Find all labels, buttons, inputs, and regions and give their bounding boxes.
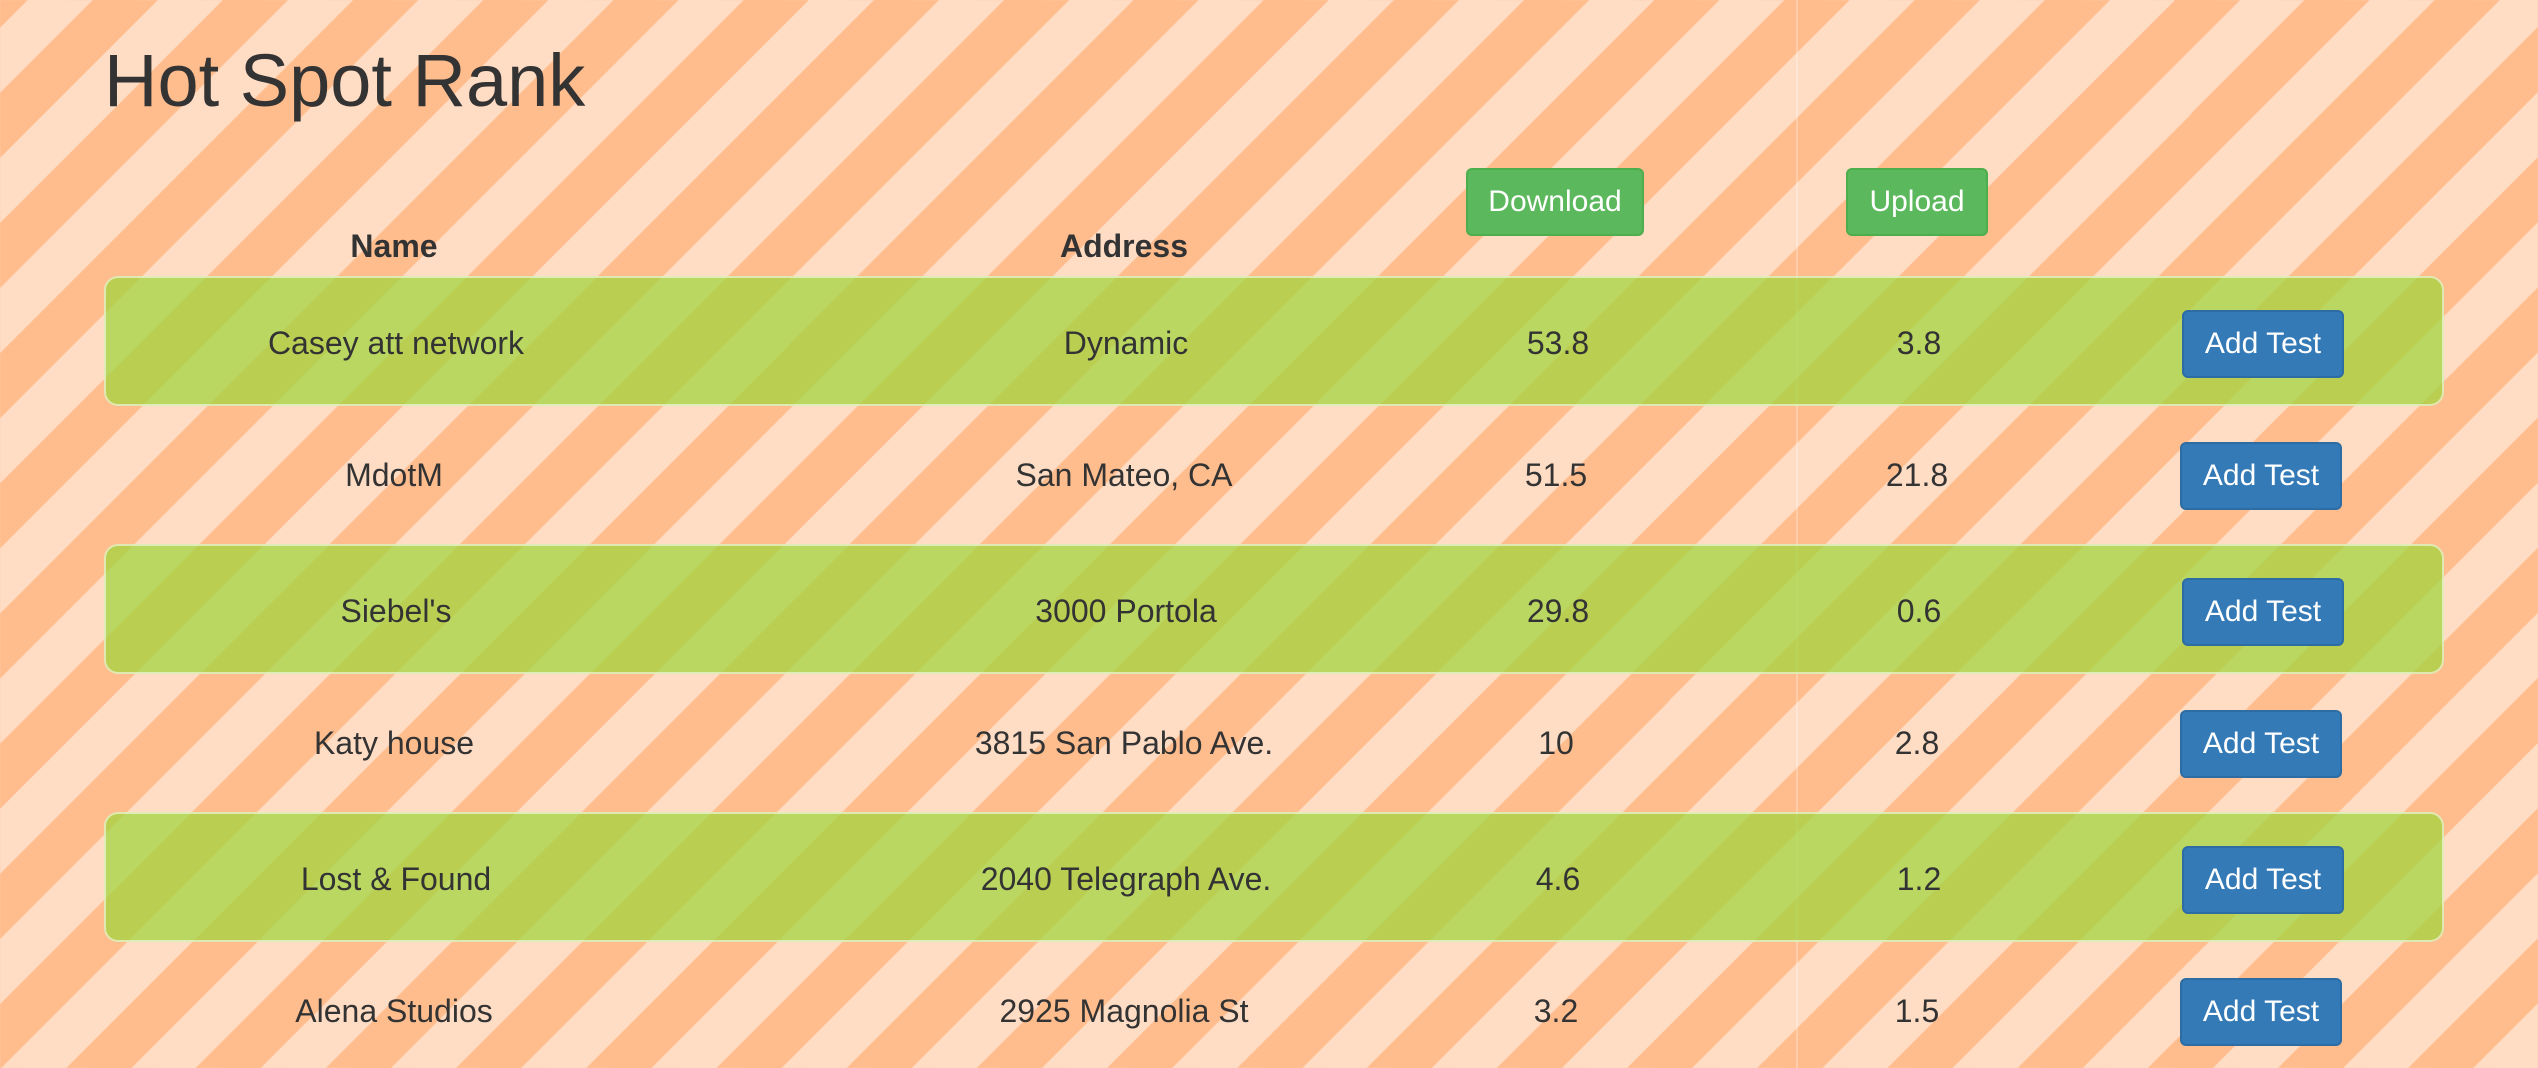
table-row: Casey att network Dynamic 53.8 3.8 Add T… [104, 276, 2444, 406]
cell-address: 2040 Telegraph Ave. [980, 861, 1272, 897]
sort-download-button[interactable]: Download [1466, 168, 1644, 236]
cell-download: 3.2 [1533, 993, 1579, 1029]
add-test-button[interactable]: Add Test [2180, 710, 2342, 778]
sort-upload-button[interactable]: Upload [1846, 168, 1988, 236]
cell-name: Casey att network [267, 325, 525, 361]
table-body: Casey att network Dynamic 53.8 3.8 Add T… [104, 276, 2444, 1068]
cell-name: Katy house [313, 725, 475, 761]
cell-download: 4.6 [1535, 861, 1581, 897]
table-row: Siebel's 3000 Portola 29.8 0.6 Add Test [104, 544, 2444, 674]
column-header-address: Address [1059, 228, 1189, 264]
cell-address: Dynamic [1063, 325, 1189, 361]
cell-download: 51.5 [1524, 457, 1588, 493]
cell-address: 2925 Magnolia St [999, 993, 1249, 1029]
cell-upload: 21.8 [1885, 457, 1949, 493]
cell-download: 53.8 [1526, 325, 1590, 361]
cell-upload: 1.2 [1896, 861, 1942, 897]
page-title: Hot Spot Rank [104, 39, 586, 122]
column-header-name: Name [350, 228, 438, 264]
cell-name: Siebel's [340, 593, 452, 629]
add-test-button[interactable]: Add Test [2182, 846, 2344, 914]
table-row: Katy house 3815 San Pablo Ave. 10 2.8 Ad… [104, 678, 2444, 808]
add-test-button[interactable]: Add Test [2180, 978, 2342, 1046]
table-row: Lost & Found 2040 Telegraph Ave. 4.6 1.2… [104, 812, 2444, 942]
cell-upload: 0.6 [1896, 593, 1942, 629]
cell-name: Lost & Found [300, 861, 492, 897]
cell-download: 10 [1538, 725, 1574, 761]
cell-address: San Mateo, CA [1015, 457, 1233, 493]
add-test-button[interactable]: Add Test [2180, 442, 2342, 510]
cell-name: MdotM [345, 457, 443, 493]
cell-download: 29.8 [1526, 593, 1590, 629]
cell-upload: 3.8 [1896, 325, 1942, 361]
add-test-button[interactable]: Add Test [2182, 578, 2344, 646]
add-test-button[interactable]: Add Test [2182, 310, 2344, 378]
cell-upload: 1.5 [1894, 993, 1940, 1029]
table-header: Name Address Download Upload [104, 168, 2444, 272]
table-row: MdotM San Mateo, CA 51.5 21.8 Add Test [104, 410, 2444, 540]
cell-address: 3815 San Pablo Ave. [974, 725, 1274, 761]
cell-address: 3000 Portola [1035, 593, 1217, 629]
cell-upload: 2.8 [1894, 725, 1940, 761]
table-row: Alena Studios 2925 Magnolia St 3.2 1.5 A… [104, 946, 2444, 1068]
cell-name: Alena Studios [295, 993, 493, 1029]
